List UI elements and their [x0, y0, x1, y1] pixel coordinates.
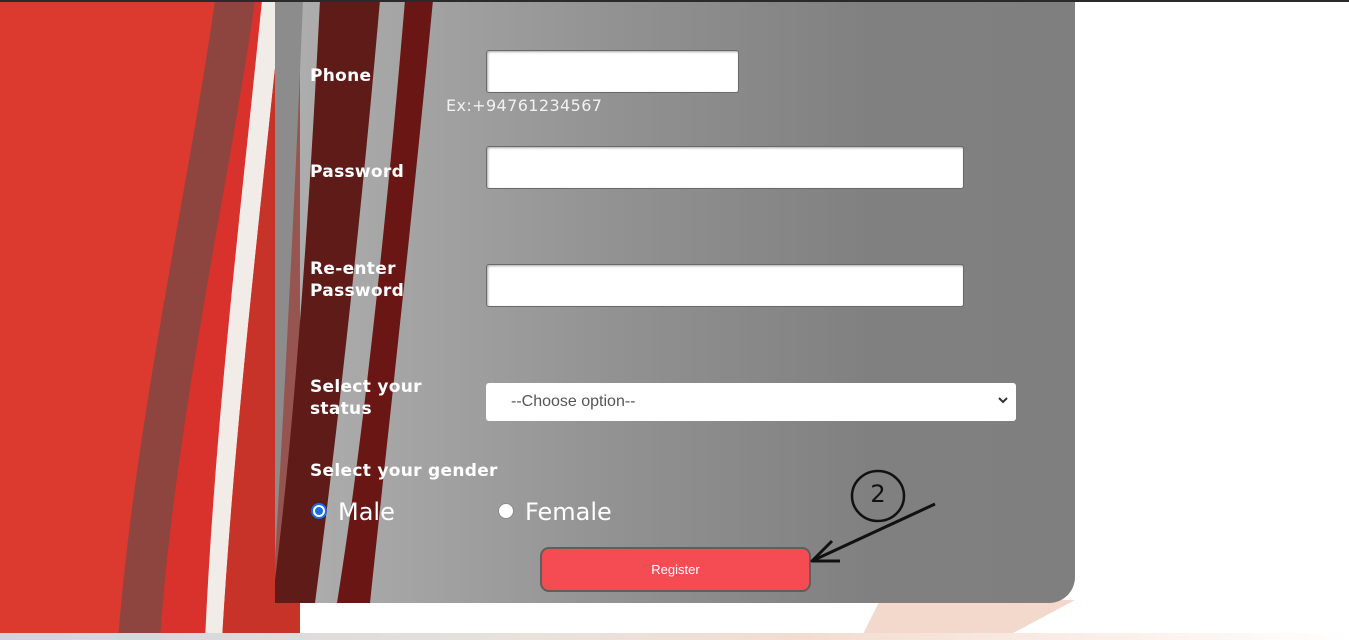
gender-female-radio[interactable]	[498, 503, 514, 519]
gender-male-radio[interactable]	[311, 503, 327, 519]
reenter-password-label: Re-enter Password	[310, 259, 405, 301]
status-select-value: --Choose option--	[511, 393, 636, 410]
gender-female-label[interactable]: Female	[525, 498, 612, 526]
gender-label: Select your gender	[310, 461, 498, 481]
register-button[interactable]: Register	[540, 547, 811, 592]
phone-format-hint: Ex:+94761234567	[446, 96, 603, 115]
password-input[interactable]	[486, 146, 964, 189]
taskbar-edge	[0, 633, 1349, 640]
phone-input[interactable]	[486, 50, 739, 93]
status-label: Select your status	[310, 377, 422, 419]
gender-male-label[interactable]: Male	[338, 498, 395, 526]
chevron-down-icon	[998, 397, 1008, 404]
annotation-number: 2	[870, 480, 886, 508]
phone-label: Phone	[310, 66, 372, 86]
registration-page: Phone Ex:+94761234567 Password Re-enter …	[0, 0, 1349, 640]
reenter-password-input[interactable]	[486, 264, 964, 307]
password-label: Password	[310, 162, 405, 182]
status-select[interactable]: --Choose option--	[486, 383, 1016, 421]
window-top-border	[0, 0, 1349, 2]
